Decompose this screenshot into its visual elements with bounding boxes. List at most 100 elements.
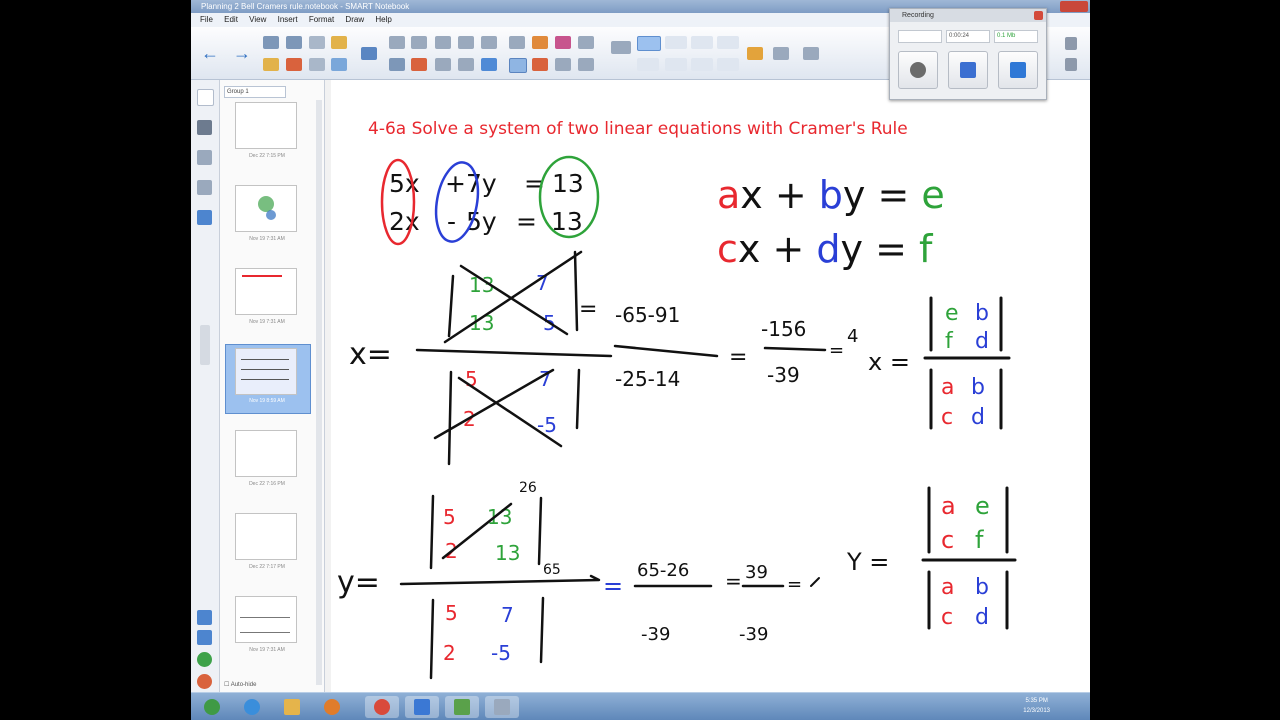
taskbar-media[interactable] <box>315 696 349 718</box>
start-button[interactable] <box>195 696 229 718</box>
screen-icon[interactable] <box>481 36 497 49</box>
magic-pen-icon[interactable] <box>389 58 405 71</box>
slide-thumbnail-5[interactable] <box>235 430 297 477</box>
taskbar-notebook[interactable] <box>405 696 439 718</box>
save-icon[interactable] <box>286 58 302 71</box>
menu-help[interactable]: Help <box>375 15 391 24</box>
transparency-icon[interactable] <box>803 47 819 60</box>
recorder-source-field[interactable] <box>898 30 942 43</box>
notebook-canvas[interactable]: 4-6a Solve a system of two linear equati… <box>331 80 1090 692</box>
page-sorter-tab-icon[interactable] <box>197 89 214 106</box>
pen-style-8-icon[interactable] <box>691 58 713 71</box>
shapes-icon[interactable] <box>411 58 427 71</box>
slide-thumbnail-1[interactable] <box>235 102 297 149</box>
menu-draw[interactable]: Draw <box>345 15 364 24</box>
eraser-icon[interactable] <box>578 36 594 49</box>
move-sidebar-right-icon[interactable] <box>197 630 212 645</box>
display-icon[interactable] <box>361 47 377 60</box>
table-icon[interactable] <box>411 36 427 49</box>
properties-tab-icon[interactable] <box>197 180 212 195</box>
taskbar-recorder[interactable] <box>485 696 519 718</box>
general-form: ax + by = e cx + dy = f <box>717 173 945 271</box>
undo-icon[interactable] <box>263 36 279 49</box>
y-label: y= <box>337 565 380 600</box>
paste-icon[interactable] <box>309 58 325 71</box>
delete-icon[interactable] <box>309 36 325 49</box>
line-tool-icon[interactable] <box>555 58 571 71</box>
taskbar-chrome[interactable] <box>365 696 399 718</box>
highlighter-icon[interactable] <box>555 36 571 49</box>
y-rule-den-c: c <box>941 605 953 630</box>
remove-icon[interactable] <box>197 674 212 689</box>
screen-shade-icon[interactable] <box>331 36 347 49</box>
menu-insert[interactable]: Insert <box>278 15 298 24</box>
lines-icon[interactable] <box>435 58 451 71</box>
pen-width-icon[interactable] <box>509 58 527 73</box>
stop-button[interactable] <box>998 51 1038 89</box>
color-palette-icon[interactable] <box>747 47 763 60</box>
sidebar-collapse-handle[interactable] <box>200 325 210 365</box>
menu-format[interactable]: Format <box>309 15 334 24</box>
whiteboard-drawing: 4-6a Solve a system of two linear equati… <box>337 119 1017 680</box>
line-style-icon[interactable] <box>773 47 789 60</box>
x-rule-num-b: b <box>975 301 989 326</box>
document-camera-icon[interactable] <box>435 36 451 49</box>
pen-style-6-icon[interactable] <box>637 58 659 71</box>
add-icon[interactable] <box>197 652 212 667</box>
fill-tool-icon[interactable] <box>578 58 594 71</box>
menu-edit[interactable]: Edit <box>224 15 238 24</box>
add-page-icon[interactable] <box>331 58 347 71</box>
pause-button[interactable] <box>948 51 988 89</box>
slide-thumbnail-2[interactable] <box>235 185 297 232</box>
y-rule-num-f: f <box>975 526 984 554</box>
zoom-icon[interactable] <box>458 36 474 49</box>
system-clock[interactable]: 5:35 PM 12/3/2013 <box>1023 696 1050 716</box>
var-y-1: y = <box>843 173 922 217</box>
pen-style-7-icon[interactable] <box>665 58 687 71</box>
toolbar-arrow-icon[interactable] <box>1065 58 1077 71</box>
shape-tool-icon[interactable] <box>532 58 548 71</box>
addons-tab-icon[interactable] <box>197 210 212 225</box>
fill-icon[interactable] <box>458 58 474 71</box>
text-icon[interactable] <box>481 58 497 71</box>
menu-view[interactable]: View <box>249 15 266 24</box>
attachments-tab-icon[interactable] <box>197 150 212 165</box>
pen-style-2-icon[interactable] <box>637 36 661 51</box>
next-page-icon[interactable]: → <box>233 44 251 62</box>
sorter-scrollbar[interactable] <box>316 100 322 685</box>
taskbar-smart-tools[interactable] <box>445 696 479 718</box>
record-button[interactable] <box>898 51 938 89</box>
gallery-tab-icon[interactable] <box>197 120 212 135</box>
x-num-cross <box>443 250 583 344</box>
select-icon[interactable] <box>509 36 525 49</box>
menu-file[interactable]: File <box>200 15 213 24</box>
y-den-bottom-right: -5 <box>491 641 511 665</box>
pen-style-1-icon[interactable] <box>611 41 631 54</box>
coef-d: d <box>816 227 840 271</box>
window-close-button[interactable] <box>1060 1 1088 12</box>
settings-icon[interactable] <box>1065 37 1077 50</box>
slide-thumbnail-4-selected[interactable] <box>235 348 297 395</box>
open-file-icon[interactable] <box>263 58 279 71</box>
auto-hide-checkbox[interactable]: ☐ Auto-hide <box>224 681 256 688</box>
slide-thumbnail-6[interactable] <box>235 513 297 560</box>
thumb-graphic <box>266 210 276 220</box>
recorder-close-button[interactable] <box>1034 11 1043 20</box>
redo-icon[interactable] <box>286 36 302 49</box>
pen-icon[interactable] <box>532 36 548 49</box>
pen-style-3-icon[interactable] <box>665 36 687 49</box>
y-num-top-right: 13 <box>487 505 512 529</box>
group-label[interactable]: Group 1 <box>224 86 286 98</box>
slide-caption-3: Nov 19 7:31 AM <box>249 319 285 325</box>
previous-page-icon[interactable]: ← <box>201 44 219 62</box>
pen-style-4-icon[interactable] <box>691 36 713 49</box>
slide-caption-2: Nov 19 7:31 AM <box>249 236 285 242</box>
pen-style-9-icon[interactable] <box>717 58 739 71</box>
slide-thumbnail-3[interactable] <box>235 268 297 315</box>
taskbar-ie[interactable] <box>235 696 269 718</box>
move-sidebar-left-icon[interactable] <box>197 610 212 625</box>
pen-style-5-icon[interactable] <box>717 36 739 49</box>
taskbar-explorer[interactable] <box>275 696 309 718</box>
capture-icon[interactable] <box>389 36 405 49</box>
slide-thumbnail-7[interactable] <box>235 596 297 643</box>
